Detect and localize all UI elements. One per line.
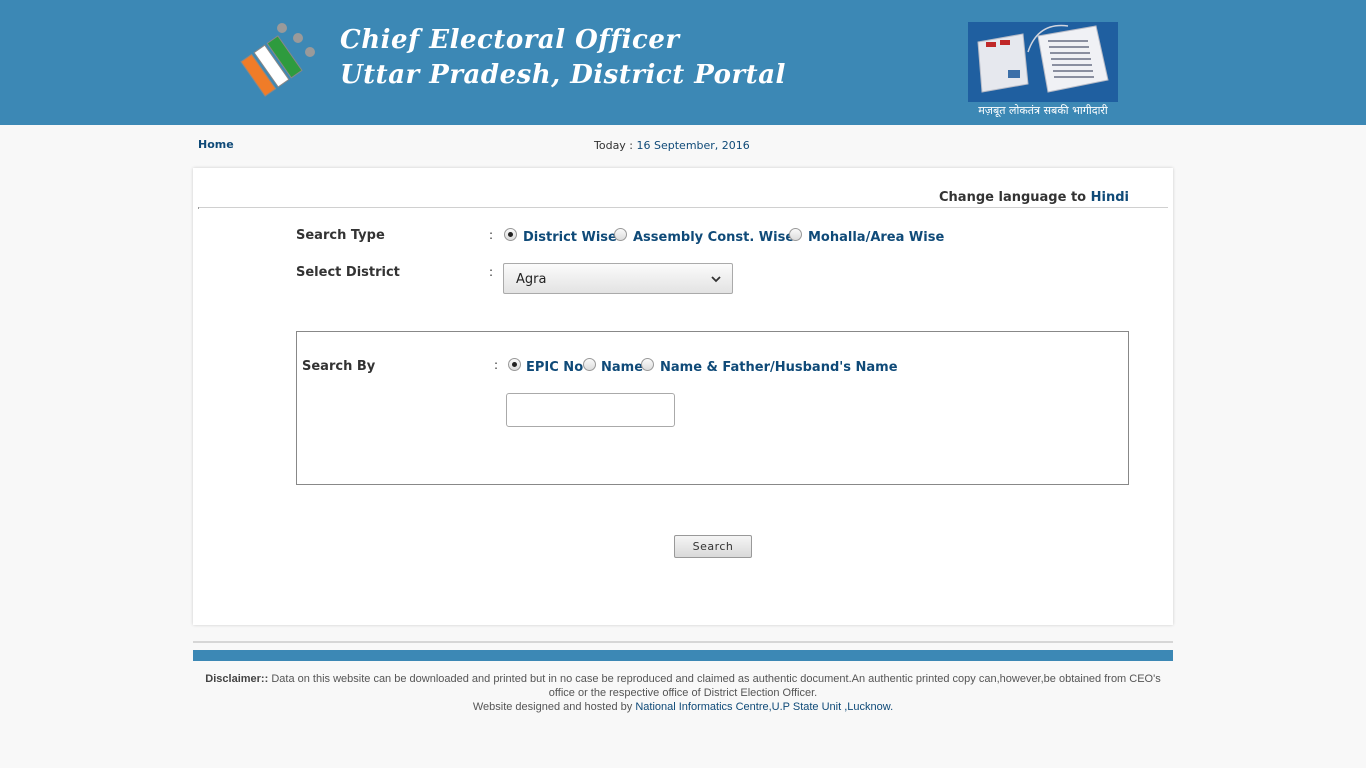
today-label: Today : <box>594 139 634 152</box>
evm-caption: मज़बूत लोकतंत्र सबकी भागीदारी <box>978 104 1108 117</box>
search-type-label: Search Type <box>296 228 385 243</box>
disclaimer: Disclaimer:: Data on this website can be… <box>193 672 1173 714</box>
search-panel: Change language to Hindi Search Type : D… <box>193 168 1173 625</box>
search-by-box: Search By : EPIC No Name Name & Father/H… <box>296 331 1129 485</box>
district-wise-radio[interactable] <box>504 228 517 241</box>
footer-divider <box>193 641 1173 643</box>
search-by-label: Search By <box>302 359 376 374</box>
change-language: Change language to Hindi <box>939 190 1129 205</box>
name-label[interactable]: Name <box>601 360 643 375</box>
today-date: Today : 16 September, 2016 <box>594 139 750 152</box>
disclaimer-label: Disclaimer:: <box>205 673 269 685</box>
colon: : <box>494 358 499 372</box>
epic-no-radio[interactable] <box>508 358 521 371</box>
colon: : <box>489 265 494 279</box>
colon: : <box>489 228 494 242</box>
chevron-down-icon <box>711 276 721 283</box>
name-father-husband-label[interactable]: Name & Father/Husband's Name <box>660 360 898 375</box>
district-wise-label[interactable]: District Wise <box>523 230 617 245</box>
hosted-by-label: Website designed and hosted by <box>472 701 633 713</box>
home-link[interactable]: Home <box>198 138 234 151</box>
select-district-label: Select District <box>296 265 400 280</box>
assembly-const-wise-radio[interactable] <box>614 228 627 241</box>
portal-title-line2: Uttar Pradesh, District Portal <box>340 60 786 90</box>
today-date-value: 16 September, 2016 <box>636 139 750 152</box>
evm-machine-icon <box>968 22 1118 102</box>
name-father-husband-radio[interactable] <box>641 358 654 371</box>
change-language-label: Change language to <box>939 190 1087 205</box>
divider <box>198 207 1168 209</box>
search-button[interactable]: Search <box>674 535 752 558</box>
portal-title-line1: Chief Electoral Officer <box>340 25 680 55</box>
district-select[interactable]: Agra <box>503 263 733 294</box>
nic-link[interactable]: National Informatics Centre,U.P State Un… <box>635 701 893 713</box>
assembly-const-wise-label[interactable]: Assembly Const. Wise <box>633 230 794 245</box>
disclaimer-text: Data on this website can be downloaded a… <box>271 673 1161 699</box>
epic-no-input[interactable] <box>506 393 675 427</box>
district-select-value: Agra <box>516 272 547 287</box>
epic-no-label[interactable]: EPIC No <box>526 360 583 375</box>
header-banner: Chief Electoral Officer Uttar Pradesh, D… <box>0 0 1366 125</box>
mohalla-area-wise-radio[interactable] <box>789 228 802 241</box>
footer-bar <box>193 650 1173 661</box>
hindi-language-link[interactable]: Hindi <box>1091 190 1129 205</box>
name-radio[interactable] <box>583 358 596 371</box>
election-commission-logo-icon <box>240 23 315 97</box>
mohalla-area-wise-label[interactable]: Mohalla/Area Wise <box>808 230 944 245</box>
